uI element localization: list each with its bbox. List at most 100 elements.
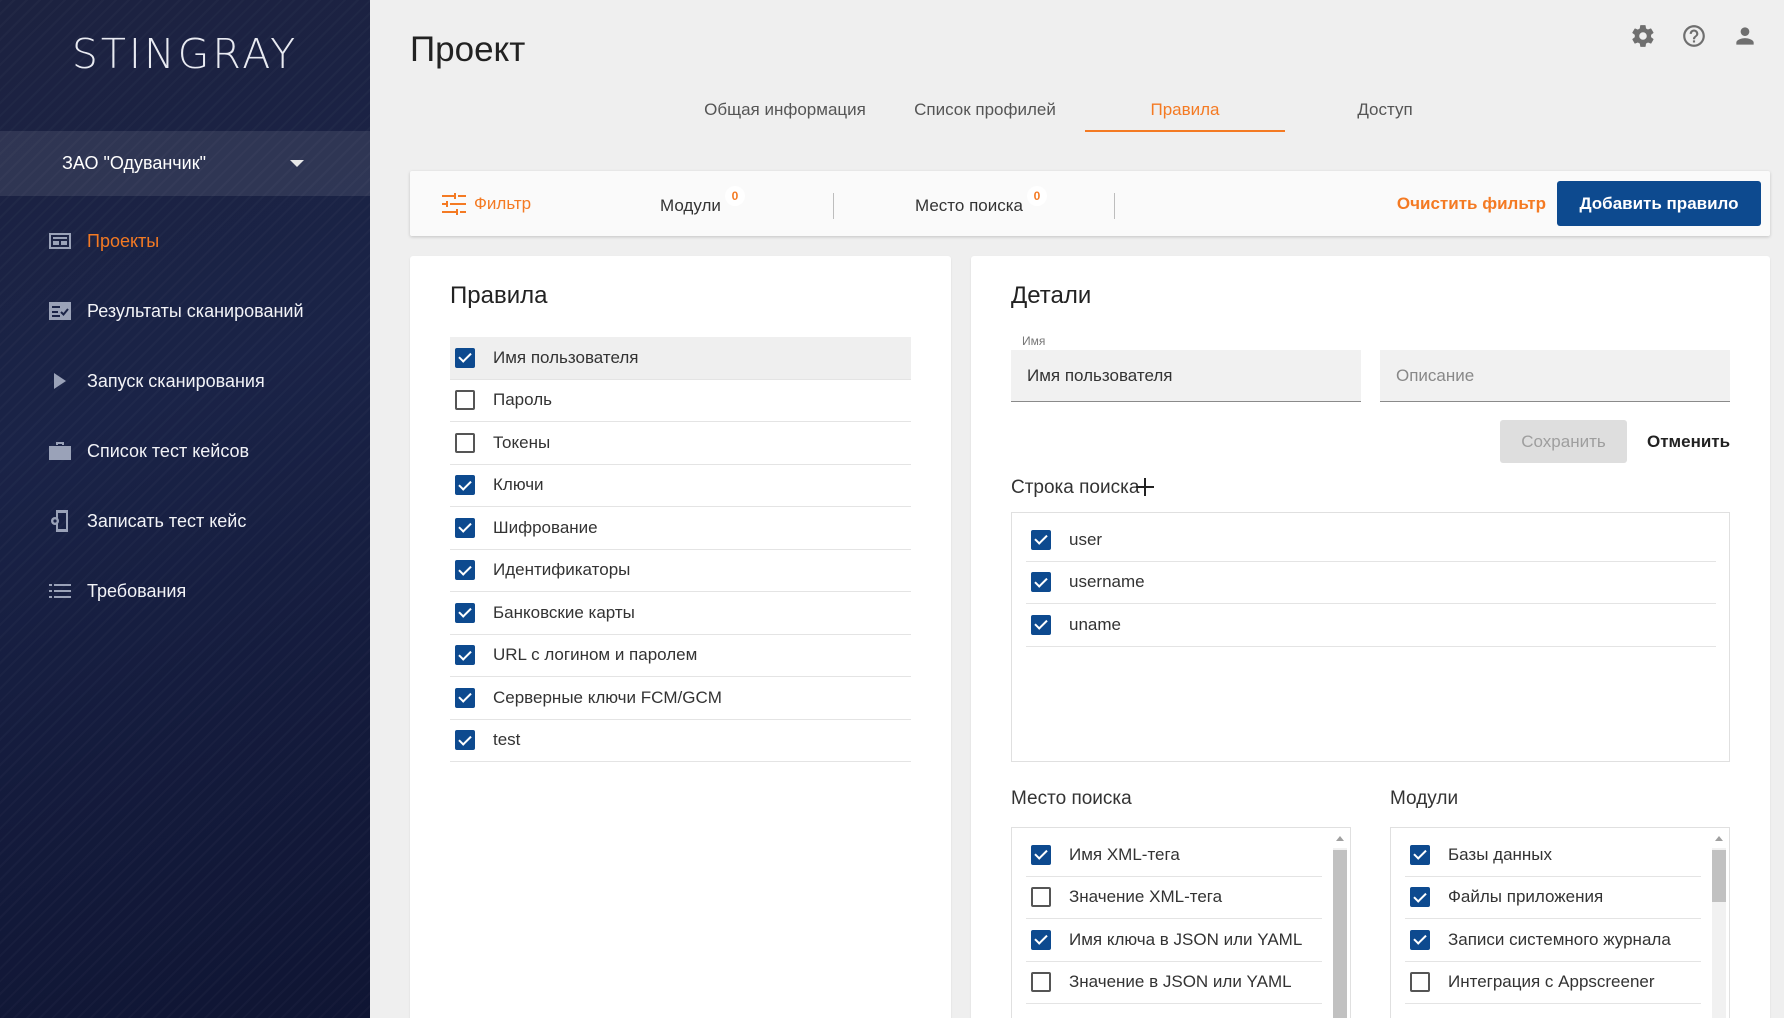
checkbox[interactable] [455, 645, 475, 666]
search-string-label: uname [1069, 614, 1121, 634]
save-button[interactable]: Сохранить [1500, 420, 1627, 463]
rule-label: Токены [493, 432, 551, 452]
sidebar-item-projects[interactable]: Проекты [0, 206, 370, 276]
add-rule-button[interactable]: Добавить правило [1557, 181, 1761, 226]
checkbox[interactable] [1410, 972, 1430, 993]
search-string-label: username [1069, 572, 1145, 592]
rule-item[interactable]: Имя пользователя [450, 337, 911, 380]
details-title: Детали [1011, 282, 1092, 309]
search-place-item[interactable]: Имя ключа в JSON или YAML [1026, 919, 1322, 962]
checkbox[interactable] [455, 475, 475, 496]
clear-filter-button[interactable]: Очистить фильтр [1397, 194, 1546, 214]
checkbox[interactable] [455, 730, 475, 751]
search-string-item[interactable]: user [1026, 519, 1716, 562]
module-item[interactable]: Записи системного журнала [1405, 919, 1701, 962]
account-icon[interactable] [1731, 22, 1758, 49]
module-item[interactable]: Файлы приложения [1405, 877, 1701, 919]
rule-item[interactable]: Ключи [450, 465, 911, 507]
checkbox[interactable] [1031, 844, 1051, 865]
rule-item[interactable]: Пароль [450, 380, 911, 422]
name-field[interactable]: Имя пользователя [1011, 350, 1361, 402]
checkbox[interactable] [455, 517, 475, 538]
modules-filter[interactable]: Модули 0 [660, 186, 745, 216]
rules-title: Правила [450, 282, 548, 309]
checkbox[interactable] [455, 347, 475, 368]
rule-item[interactable]: Шифрование [450, 507, 911, 550]
scrollbar[interactable] [1333, 834, 1347, 1018]
checkbox[interactable] [1031, 972, 1051, 993]
rule-item[interactable]: test [450, 720, 911, 762]
phone-record-icon [47, 510, 73, 532]
tab-rules[interactable]: Правила [1085, 88, 1285, 132]
page-title: Проект [410, 30, 526, 69]
checkbox[interactable] [1410, 887, 1430, 908]
scroll-thumb[interactable] [1712, 850, 1726, 902]
rules-panel: Правила Имя пользователя Пароль Токены К… [410, 256, 951, 1018]
add-search-string-icon[interactable] [1134, 476, 1156, 498]
sidebar-item-label: Список тест кейсов [87, 440, 250, 461]
rule-item[interactable]: URL с логином и паролем [450, 635, 911, 677]
search-string-item[interactable]: username [1026, 562, 1716, 604]
rule-item[interactable]: Токены [450, 422, 911, 465]
tab-profiles[interactable]: Список профилей [885, 88, 1085, 132]
rule-item[interactable]: Серверные ключи FCM/GCM [450, 677, 911, 720]
module-label: Интеграция с Appscreener [1448, 972, 1655, 992]
rule-label: Пароль [493, 390, 552, 410]
search-string-title: Строка поиска [1011, 477, 1140, 498]
search-place-filter[interactable]: Место поиска 0 [915, 186, 1048, 216]
sidebar-item-label: Требования [87, 580, 187, 601]
search-place-filter-label: Место поиска [915, 196, 1024, 215]
checkbox[interactable] [1410, 844, 1430, 865]
sidebar-item-record-test-case[interactable]: Записать тест кейс [0, 486, 370, 556]
search-place-item[interactable]: Имя XML-тега [1026, 834, 1322, 877]
checkbox[interactable] [1031, 614, 1051, 635]
module-item[interactable]: Базы данных [1405, 834, 1701, 877]
rule-label: Серверные ключи FCM/GCM [493, 687, 722, 707]
checkbox[interactable] [455, 390, 475, 411]
caret-down-icon [290, 160, 304, 167]
rule-item[interactable]: Банковские карты [450, 592, 911, 635]
filter-label: Фильтр [474, 194, 532, 213]
cancel-button[interactable]: Отменить [1647, 420, 1730, 463]
header-icons [1629, 22, 1758, 49]
rule-item[interactable]: Идентификаторы [450, 550, 911, 592]
gear-icon[interactable] [1629, 22, 1656, 49]
tabs: Общая информация Список профилей Правила… [685, 88, 1485, 132]
checkbox[interactable] [455, 602, 475, 623]
search-place-item[interactable]: Значение в JSON или YAML [1026, 962, 1322, 1004]
checkbox[interactable] [1031, 529, 1051, 550]
checkbox[interactable] [455, 432, 475, 453]
search-string-item[interactable]: uname [1026, 604, 1716, 647]
checkbox[interactable] [1410, 929, 1430, 950]
sidebar-item-scan-results[interactable]: Результаты сканирований [0, 276, 370, 346]
module-item[interactable]: Интеграция с Appscreener [1405, 962, 1701, 1004]
sidebar-item-requirements[interactable]: Требования [0, 556, 370, 626]
search-place-item[interactable]: Значение XML-тега [1026, 877, 1322, 919]
org-name: ЗАО "Одуванчик" [62, 153, 206, 173]
search-string-label: user [1069, 529, 1103, 549]
tab-access[interactable]: Доступ [1285, 88, 1485, 132]
org-selector[interactable]: ЗАО "Одуванчик" [0, 131, 370, 196]
checkbox[interactable] [1031, 929, 1051, 950]
module-label: Файлы приложения [1448, 887, 1604, 907]
checkbox[interactable] [1031, 887, 1051, 908]
sidebar-nav: Проекты Результаты сканирований Запуск с… [0, 206, 370, 626]
sidebar-item-run-scan[interactable]: Запуск сканирования [0, 346, 370, 416]
checkbox[interactable] [1031, 572, 1051, 593]
sidebar-item-label: Проекты [87, 230, 160, 251]
rule-label: Ключи [493, 475, 544, 495]
search-place-label: Значение XML-тега [1069, 887, 1223, 907]
sidebar-item-test-cases[interactable]: Список тест кейсов [0, 416, 370, 486]
app-logo: STINGRAY [71, 30, 299, 78]
sidebar-item-label: Записать тест кейс [87, 510, 247, 531]
help-icon[interactable] [1680, 22, 1707, 49]
scroll-thumb[interactable] [1333, 850, 1347, 1018]
scrollbar[interactable] [1712, 834, 1726, 1018]
description-field[interactable]: Описание [1380, 350, 1730, 402]
checkbox[interactable] [455, 687, 475, 708]
modules-title: Модули [1390, 788, 1459, 809]
tab-general-info[interactable]: Общая информация [685, 88, 885, 132]
rule-label: Шифрование [493, 517, 598, 537]
checkbox[interactable] [455, 560, 475, 581]
filter-button[interactable]: Фильтр [442, 193, 531, 215]
